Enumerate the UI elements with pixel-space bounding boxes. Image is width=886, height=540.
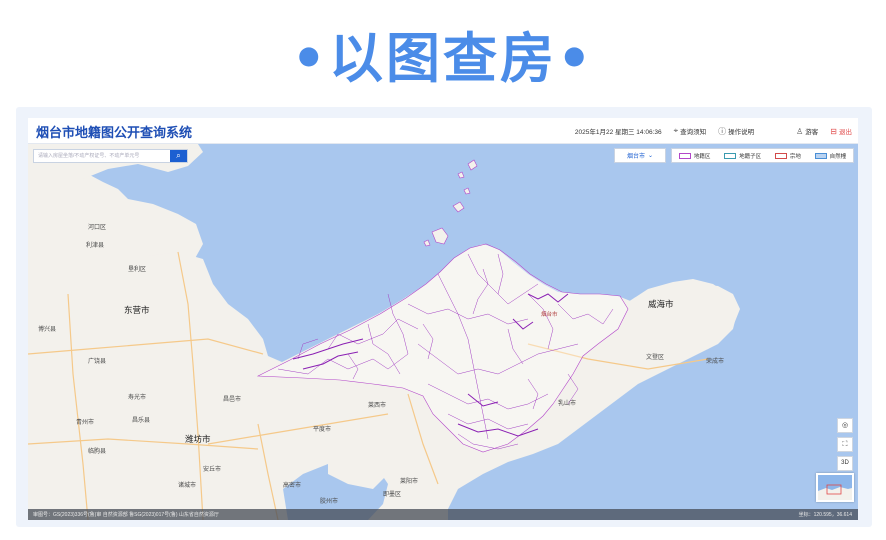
map-label: 即墨区 — [383, 492, 402, 498]
legend-swatch — [774, 152, 787, 159]
fullscreen-icon: ⛶ — [842, 441, 848, 448]
map-label: 昌乐县 — [132, 418, 151, 424]
map-label: 荣成市 — [706, 359, 725, 365]
map-label: 诸城市 — [178, 483, 197, 489]
legend-label: 自然幢 — [829, 153, 847, 160]
map-label-city: 威海市 — [648, 299, 674, 309]
legend-item-cadastral-subdistrict[interactable]: 地籍子区 — [724, 152, 761, 160]
logout-icon: ⊟ — [830, 126, 837, 136]
logout-label: 退出 — [839, 129, 852, 136]
user-menu[interactable]: ♙ 游客 — [796, 126, 819, 137]
legend-swatch — [724, 152, 737, 159]
legend-item-cadastral-district[interactable]: 地籍区 — [678, 152, 711, 160]
datetime: 2025年1月22 星期三 14:06:36 — [574, 129, 662, 136]
map-label: 安丘市 — [203, 467, 222, 473]
legend-item-building[interactable]: 自然幢 — [814, 152, 847, 160]
info-icon: ⓘ — [718, 126, 727, 136]
search-box: ⌕ — [33, 149, 188, 163]
user-label: 游客 — [805, 129, 819, 136]
query-notice-link[interactable]: ⌖ 查询须知 — [674, 126, 707, 136]
app-window: 烟台市地籍图公开查询系统 2025年1月22 星期三 14:06:36 ⌖ 查询… — [28, 118, 858, 520]
legend-swatch — [814, 152, 827, 159]
map-label-city: 烟台市 — [541, 312, 558, 318]
search-icon: ⌕ — [176, 151, 181, 160]
compass-button[interactable]: ◎ — [837, 418, 853, 433]
legend-label: 地籍子区 — [739, 153, 762, 160]
3d-toggle-button[interactable]: 3D — [837, 456, 853, 471]
map-label: 广饶县 — [88, 359, 107, 365]
legend-swatch — [678, 152, 691, 159]
city-select-value: 烟台市 — [626, 154, 645, 160]
banner-title: •以图查房• — [291, 27, 595, 90]
map-label: 利津县 — [86, 243, 105, 249]
city-select[interactable]: 烟台市 ⌄ — [614, 148, 666, 163]
map-footer: 审图号：GS(2023)336号(鲁)审 自然资源部 鲁SG(2023)017号… — [28, 509, 858, 520]
map-label: 高密市 — [283, 483, 302, 489]
map-view[interactable]: 利津县 垦利区 河口区 东营市 博兴县 广饶县 寿光市 青州市 昌乐县 临朐县 … — [28, 144, 858, 520]
fullscreen-button[interactable]: ⛶ — [837, 437, 853, 452]
map-label: 昌邑市 — [223, 397, 242, 403]
chevron-down-icon: ⌄ — [647, 153, 654, 159]
map-label-city: 东营市 — [124, 305, 150, 315]
app-header: 烟台市地籍图公开查询系统 2025年1月22 星期三 14:06:36 ⌖ 查询… — [28, 118, 858, 144]
map-label: 青州市 — [76, 420, 95, 426]
legend-label: 地籍区 — [693, 153, 711, 160]
map-label: 乳山市 — [558, 401, 577, 407]
legend-item-parcel[interactable]: 宗地 — [774, 152, 801, 160]
logout-button[interactable]: ⊟ 退出 — [830, 126, 852, 137]
map-label: 胶州市 — [320, 499, 339, 505]
map-label: 临朐县 — [88, 449, 107, 455]
map-label: 河口区 — [88, 225, 107, 231]
map-label: 垦利区 — [128, 267, 147, 273]
coordinate-readout: 坐标：120.595，36.614 — [798, 512, 852, 518]
map-label: 寿光市 — [128, 395, 147, 401]
map-label: 博兴县 — [38, 327, 57, 333]
map-canvas — [28, 144, 858, 520]
guide-link[interactable]: ⓘ 操作说明 — [718, 126, 754, 137]
header-actions: 2025年1月22 星期三 14:06:36 ⌖ 查询须知 ⓘ 操作说明 ♙ 游… — [575, 118, 852, 144]
map-label-city: 潍坊市 — [185, 434, 211, 444]
map-label: 莱阳市 — [400, 479, 419, 485]
user-icon: ♙ — [796, 126, 804, 136]
legend-label: 宗地 — [789, 153, 801, 160]
map-copyright: 审图号：GS(2023)336号(鲁)审 自然资源部 鲁SG(2023)017号… — [33, 512, 219, 518]
search-button[interactable]: ⌕ — [170, 150, 187, 162]
overview-canvas — [818, 475, 852, 500]
map-legend: 地籍区 地籍子区 宗地 自然幢 — [671, 148, 854, 163]
overview-map[interactable] — [816, 473, 854, 502]
query-notice-label: 查询须知 — [680, 129, 707, 136]
compass-icon: ◎ — [841, 422, 849, 429]
map-label: 平度市 — [313, 427, 332, 433]
map-label: 莱西市 — [368, 403, 387, 409]
pin-icon: ⌖ — [673, 126, 679, 135]
app-title: 烟台市地籍图公开查询系统 — [36, 125, 193, 140]
search-input[interactable] — [34, 150, 170, 162]
guide-label: 操作说明 — [728, 129, 755, 136]
map-label: 文登区 — [646, 355, 665, 361]
